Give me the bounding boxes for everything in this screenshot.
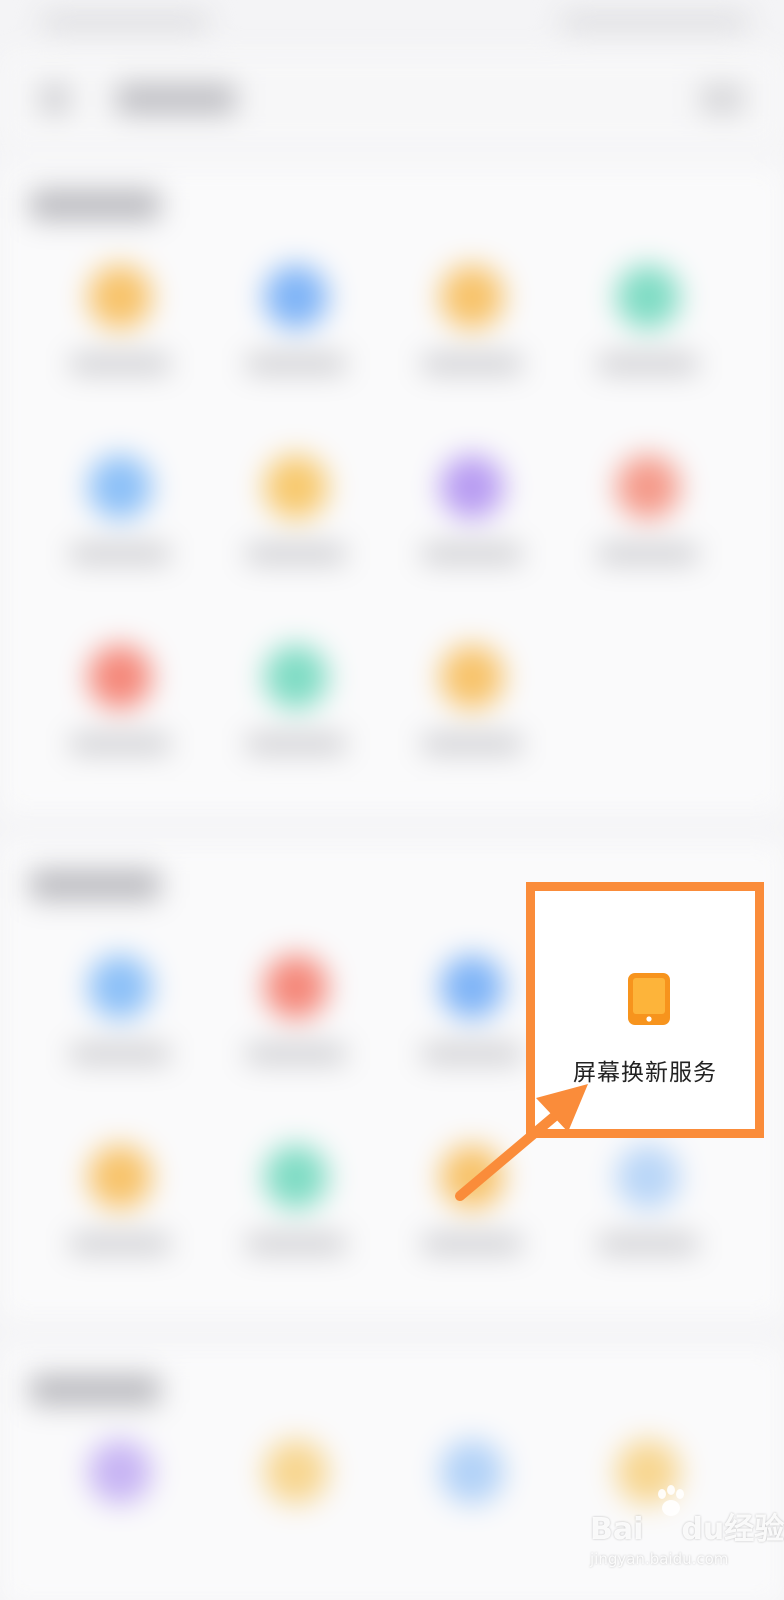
status-time: [40, 14, 210, 30]
grid-item[interactable]: [22, 1135, 218, 1285]
grid-item[interactable]: [198, 445, 394, 595]
service-icon: [88, 1440, 152, 1504]
service-icon: [88, 1145, 152, 1209]
more-icon[interactable]: [700, 84, 744, 114]
screen: 屏幕换新服务 Bai du经验 jingyan.baidu.com: [0, 0, 784, 1600]
page-title: [116, 84, 236, 114]
service-label: [246, 735, 346, 753]
service-label: [70, 1235, 170, 1253]
grid-item[interactable]: [374, 1430, 570, 1580]
tablet-icon[interactable]: [628, 973, 670, 1025]
grid-item[interactable]: [198, 945, 394, 1095]
grid-item[interactable]: [22, 445, 218, 595]
grid-item[interactable]: [198, 1430, 394, 1580]
service-icon: [264, 1440, 328, 1504]
section-title-2: [30, 870, 160, 900]
service-label: [422, 545, 522, 563]
service-icon: [440, 455, 504, 519]
baidu-jingyan-watermark: Bai du经验 jingyan.baidu.com: [590, 1484, 784, 1594]
grid-item[interactable]: [198, 1135, 394, 1285]
service-icon: [440, 1440, 504, 1504]
back-icon[interactable]: [40, 84, 70, 114]
service-label: [70, 545, 170, 563]
grid-item[interactable]: [374, 255, 570, 405]
service-icon: [440, 265, 504, 329]
service-label: [422, 1235, 522, 1253]
status-bar: [0, 0, 784, 50]
service-icon: [88, 455, 152, 519]
service-label: [598, 545, 698, 563]
service-label: [70, 355, 170, 373]
section-title-3: [30, 1375, 160, 1405]
grid-item[interactable]: [22, 255, 218, 405]
blurred-background: [0, 0, 784, 1600]
grid-item[interactable]: [22, 635, 218, 785]
service-icon: [264, 265, 328, 329]
section-title-1: [30, 190, 160, 220]
grid-item[interactable]: [22, 945, 218, 1095]
service-icon: [264, 1145, 328, 1209]
service-icon: [440, 955, 504, 1019]
service-icon: [88, 955, 152, 1019]
grid-item[interactable]: [22, 1430, 218, 1580]
grid-item[interactable]: [198, 635, 394, 785]
service-label: [246, 355, 346, 373]
status-icons: [560, 14, 750, 30]
service-label: [246, 545, 346, 563]
service-label: [70, 1045, 170, 1063]
watermark-domain: jingyan.baidu.com: [590, 1550, 729, 1568]
service-label: [70, 735, 170, 753]
service-icon: [264, 455, 328, 519]
header: [0, 50, 784, 150]
service-label: [598, 1235, 698, 1253]
service-icon: [88, 645, 152, 709]
service-icon: [616, 1145, 680, 1209]
service-icon: [264, 955, 328, 1019]
service-label: [246, 1045, 346, 1063]
baidu-paw-icon: [658, 1485, 684, 1516]
grid-item[interactable]: [550, 445, 746, 595]
service-label: [246, 1235, 346, 1253]
grid-item[interactable]: [374, 445, 570, 595]
grid-item[interactable]: [374, 635, 570, 785]
grid-item[interactable]: [198, 255, 394, 405]
service-icon: [264, 645, 328, 709]
service-label: [598, 355, 698, 373]
service-icon: [616, 455, 680, 519]
service-icon: [616, 265, 680, 329]
service-icon: [88, 265, 152, 329]
service-icon: [440, 645, 504, 709]
service-label: [422, 1045, 522, 1063]
pointer-arrow-icon: [455, 1084, 588, 1201]
service-label: [422, 355, 522, 373]
service-label: [422, 735, 522, 753]
grid-item[interactable]: [550, 255, 746, 405]
